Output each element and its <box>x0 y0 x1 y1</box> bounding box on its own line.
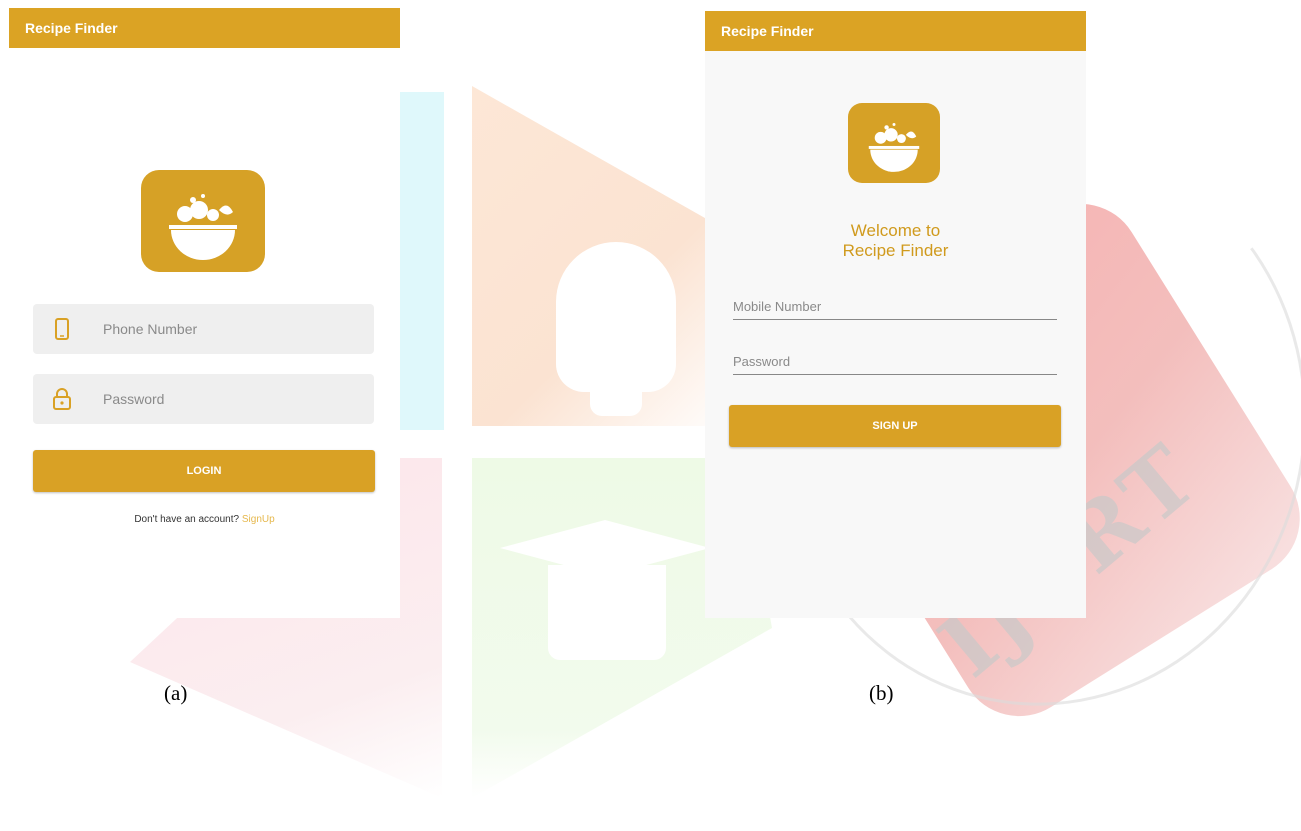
password-field[interactable] <box>33 374 374 424</box>
login-screen: Recipe Finder LOGIN Don't have an acc <box>9 8 400 618</box>
signup-prompt: Don't have an account? SignUp <box>9 514 400 525</box>
salad-bowl-icon <box>141 170 265 272</box>
app-bar-title: Recipe Finder <box>705 11 1086 51</box>
welcome-line-2: Recipe Finder <box>842 241 949 260</box>
phone-icon <box>55 318 69 340</box>
signup-screen: Recipe Finder Welcome to Recipe Finder S… <box>705 11 1086 618</box>
no-account-text: Don't have an account? <box>134 514 240 525</box>
watermark-cyan-panel <box>400 92 444 430</box>
signup-link[interactable]: SignUp <box>242 514 275 525</box>
mobile-number-field[interactable] <box>733 297 1057 320</box>
password-field-b[interactable] <box>733 352 1057 375</box>
watermark-bulb-base <box>590 380 642 416</box>
watermark-cap-base <box>548 565 666 660</box>
salad-bowl-icon <box>848 103 940 183</box>
watermark-bulb-icon <box>556 242 676 392</box>
caption-a: (a) <box>164 681 188 705</box>
app-bar-title: Recipe Finder <box>9 8 400 48</box>
welcome-line-1: Welcome to <box>850 221 941 240</box>
phone-number-input[interactable] <box>101 320 325 338</box>
password-input[interactable] <box>101 390 325 408</box>
caption-b: (b) <box>869 681 894 705</box>
lock-icon <box>53 388 71 410</box>
mobile-number-input[interactable] <box>733 297 1057 319</box>
welcome-heading: Welcome to Recipe Finder <box>705 221 1086 261</box>
password-input-b[interactable] <box>733 352 1057 374</box>
signup-button[interactable]: SIGN UP <box>729 405 1061 447</box>
phone-field[interactable] <box>33 304 374 354</box>
login-button[interactable]: LOGIN <box>33 450 375 492</box>
